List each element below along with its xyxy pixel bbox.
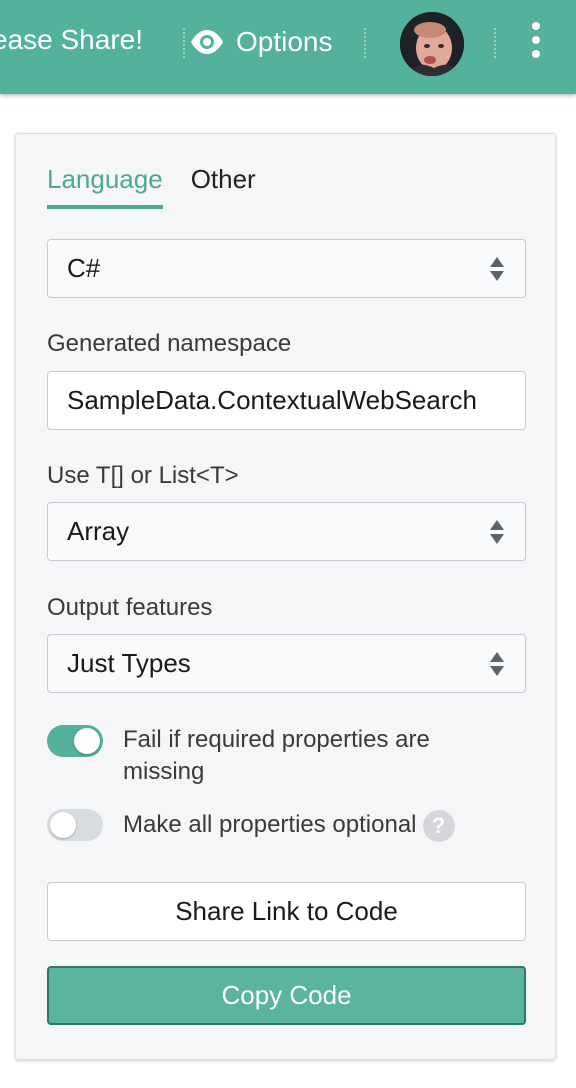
select-arrows-icon [490, 257, 504, 281]
all-optional-label: Make all properties optional [123, 811, 417, 838]
more-vertical-icon[interactable] [524, 20, 548, 60]
select-arrows-icon [490, 520, 504, 544]
tab-bar: Language Other [47, 164, 256, 209]
all-optional-toggle[interactable] [47, 809, 103, 841]
copy-code-button[interactable]: Copy Code [47, 966, 526, 1025]
namespace-label: Generated namespace [47, 330, 292, 357]
help-icon[interactable]: ? [422, 809, 455, 842]
toggle-knob [50, 812, 76, 838]
fail-required-label: Fail if required properties are missing [123, 726, 430, 785]
tab-other[interactable]: Other [191, 164, 256, 209]
language-select-value: C# [67, 253, 101, 283]
select-arrows-icon [490, 652, 504, 676]
features-select[interactable]: Just Types [47, 634, 526, 693]
avatar-image [400, 12, 464, 76]
eye-icon [191, 30, 223, 54]
features-label: Output features [47, 594, 213, 621]
user-avatar[interactable] [400, 12, 464, 76]
divider [364, 28, 366, 58]
divider [494, 28, 496, 58]
options-panel: Language Other C# Generated namespace Sa… [15, 133, 556, 1060]
share-link-button[interactable]: Share Link to Code [47, 882, 526, 941]
tab-language[interactable]: Language [47, 164, 163, 209]
collection-select[interactable]: Array [47, 502, 526, 561]
features-select-value: Just Types [67, 648, 191, 678]
namespace-value: SampleData.ContextualWebSearch [67, 385, 477, 415]
namespace-input[interactable]: SampleData.ContextualWebSearch [47, 371, 526, 430]
toggle-knob [74, 728, 100, 754]
all-optional-row: Make all properties optional? [123, 809, 455, 842]
language-select[interactable]: C# [47, 239, 526, 298]
fail-required-toggle[interactable] [47, 725, 103, 757]
divider [183, 28, 185, 58]
options-button[interactable]: Options [190, 22, 333, 62]
collection-select-value: Array [67, 516, 130, 546]
options-label: Options [236, 26, 333, 57]
top-bar: ease Share! Options [0, 0, 576, 94]
collection-label: Use T[] or List<T> [47, 462, 239, 489]
please-share-link[interactable]: ease Share! [0, 24, 143, 56]
